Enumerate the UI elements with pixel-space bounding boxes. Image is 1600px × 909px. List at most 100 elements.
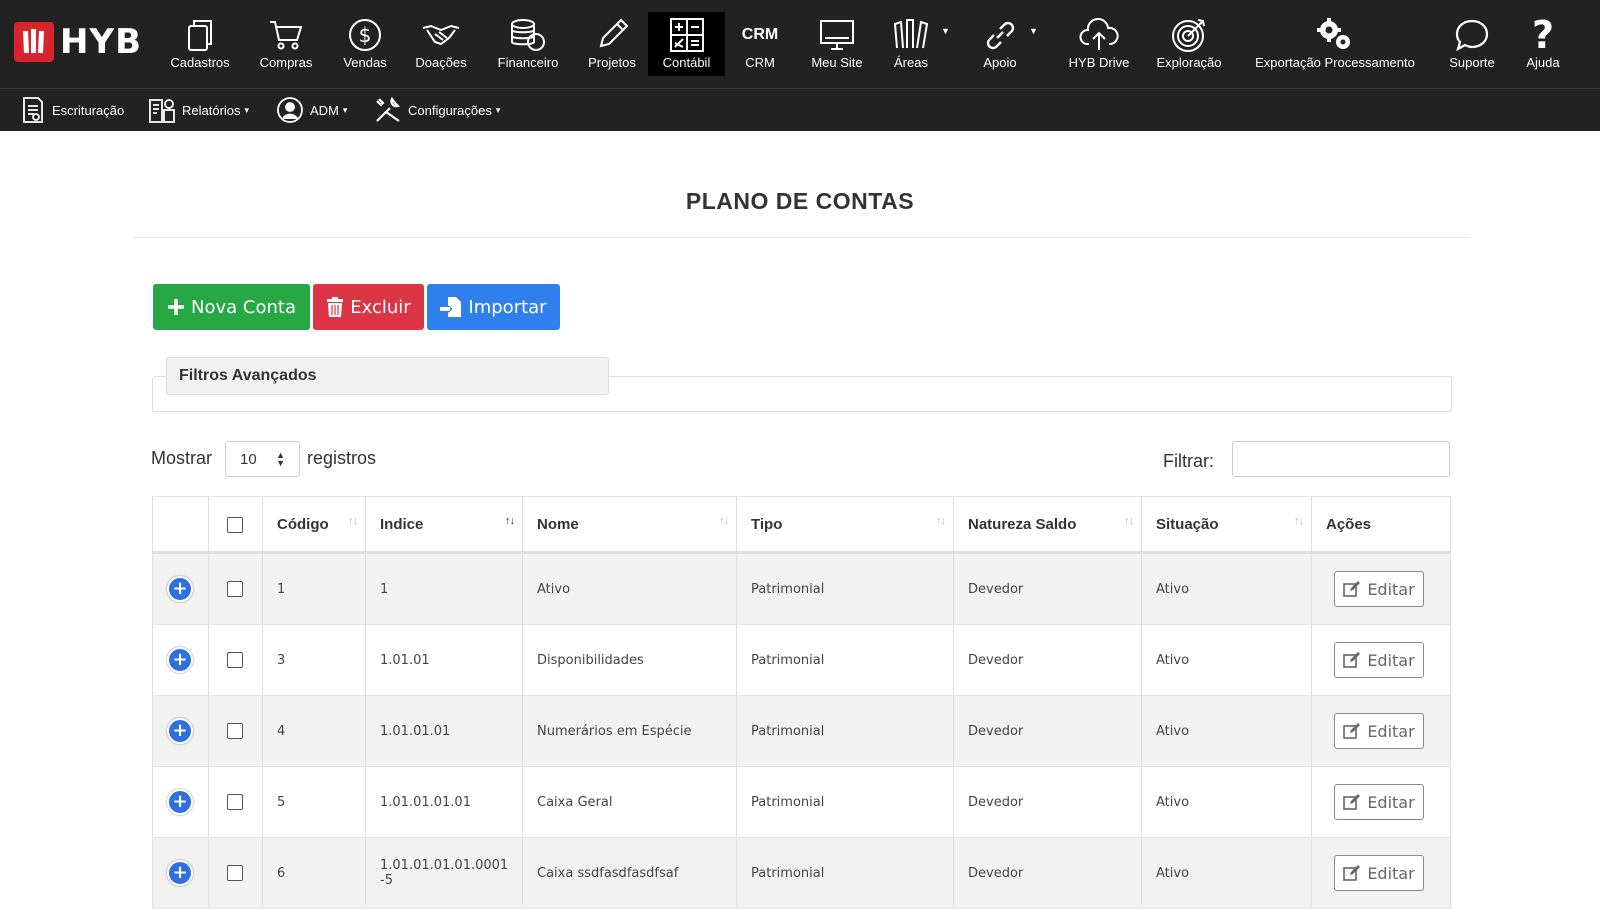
expand-cell: + [152, 624, 209, 696]
cell-codigo: 3 [262, 624, 366, 696]
subnav-relatorios[interactable]: Relatórios ▾ [146, 89, 249, 131]
cell-tipo: Patrimonial [736, 552, 954, 625]
cell-tipo: Patrimonial [736, 624, 954, 696]
edit-icon [1343, 794, 1361, 810]
nav-hyb-drive[interactable]: HYB Drive [1064, 12, 1134, 76]
sort-icon: ↑↓ [348, 515, 358, 527]
sort-icon: ↑↓ [719, 515, 729, 527]
nav-meu-site[interactable]: Meu Site [806, 12, 868, 76]
nav-areas[interactable]: Áreas [890, 12, 932, 76]
accounts-table: Código ↑↓ Indice ↑↓ Nome ↑↓ Tipo ↑↓ Natureza… [152, 496, 1451, 909]
cell-tipo: Patrimonial [736, 766, 954, 838]
cell-situacao: Ativo [1141, 552, 1312, 625]
dollar-icon: $ [347, 15, 383, 55]
cell-nome: Ativo [522, 552, 737, 625]
row-checkbox[interactable] [227, 581, 243, 597]
nav-doacoes[interactable]: Doações [410, 12, 472, 76]
chat-icon [1453, 15, 1491, 55]
nav-compras[interactable]: Compras [253, 12, 319, 76]
edit-button[interactable]: Editar [1334, 571, 1424, 607]
nav-suporte[interactable]: Suporte [1444, 12, 1500, 76]
title-divider [134, 237, 1470, 238]
brand-logo[interactable]: HYB [14, 20, 142, 64]
edit-icon [1343, 581, 1361, 597]
subnav-adm[interactable]: ADM ▾ [276, 89, 347, 131]
caret-down-icon: ▾ [244, 104, 250, 115]
nav-vendas[interactable]: $ Vendas [336, 12, 394, 76]
cell-tipo: Patrimonial [736, 695, 954, 767]
sub-navbar: Escrituração Relatórios ▾ ADM ▾ Configur… [0, 88, 1600, 131]
table-row: +4 1.01.01.01 Numerários em Espécie Patrimo… [152, 695, 1451, 767]
nav-projetos[interactable]: Projetos [580, 12, 644, 76]
row-checkbox[interactable] [227, 865, 243, 881]
nav-cadastros[interactable]: Cadastros [164, 12, 236, 76]
edit-button[interactable]: Editar [1334, 642, 1424, 678]
nav-exportacao-processamento[interactable]: Exportação Processamento [1247, 12, 1423, 76]
subnav-configuracoes[interactable]: Configurações ▾ [374, 89, 500, 131]
select-cell [208, 766, 263, 838]
header-select-all [208, 496, 263, 554]
select-all-checkbox[interactable] [227, 516, 243, 533]
filter-input[interactable] [1232, 441, 1450, 477]
new-account-button[interactable]: Nova Conta [153, 284, 310, 330]
expand-row-icon[interactable]: + [167, 576, 193, 602]
expand-row-icon[interactable]: + [167, 647, 193, 673]
table-row: +3 1.01.01 Disponibilidades Patrimonial Deve… [152, 624, 1451, 696]
records-label: registros [307, 448, 377, 468]
nav-contabil[interactable]: Contábil [648, 12, 725, 76]
cell-natureza-saldo: Devedor [953, 624, 1142, 696]
cloud-upload-icon [1079, 15, 1119, 55]
row-checkbox[interactable] [227, 723, 243, 739]
target-icon [1170, 15, 1208, 55]
cell-codigo: 1 [262, 552, 366, 625]
nav-apoio[interactable]: Apoio [978, 12, 1022, 76]
nav-exploracao[interactable]: Exploração [1153, 12, 1225, 76]
table-header-row: Código ↑↓ Indice ↑↓ Nome ↑↓ Tipo ↑↓ Natureza… [152, 496, 1451, 554]
expand-row-icon[interactable]: + [167, 789, 193, 815]
delete-button[interactable]: Excluir [313, 284, 424, 330]
cell-codigo: 4 [262, 695, 366, 767]
page-length-select[interactable]: 10 ▲ ▼ [225, 441, 300, 477]
subnav-escrituracao[interactable]: Escrituração [20, 89, 124, 131]
header-situacao[interactable]: Situação ↑↓ [1141, 496, 1312, 554]
select-arrows-icon: ▲ ▼ [276, 450, 285, 468]
caret-down-icon: ▾ [342, 104, 348, 115]
cell-natureza-saldo: Devedor [953, 837, 1142, 909]
edit-button[interactable]: Editar [1334, 784, 1424, 820]
brand-name: HYB [60, 22, 142, 62]
reports-icon [149, 99, 175, 123]
cell-tipo: Patrimonial [736, 837, 954, 909]
header-nome[interactable]: Nome ↑↓ [522, 496, 737, 554]
cell-indice: 1.01.01 [365, 624, 523, 696]
copy-icon [185, 15, 215, 55]
cell-nome: Disponibilidades [522, 624, 737, 696]
nav-ajuda[interactable]: ? Ajuda [1520, 12, 1566, 76]
select-cell [208, 552, 263, 625]
caret-down-icon: ▾ [495, 104, 501, 115]
nav-crm[interactable]: CRM CRM [735, 12, 785, 76]
row-checkbox[interactable] [227, 794, 243, 810]
cell-situacao: Ativo [1141, 837, 1312, 909]
header-acoes: Ações [1311, 496, 1451, 554]
coins-icon [509, 15, 547, 55]
header-indice[interactable]: Indice ↑↓ [365, 496, 523, 554]
expand-cell: + [152, 552, 209, 625]
import-button[interactable]: Importar [427, 284, 560, 330]
header-codigo[interactable]: Código ↑↓ [262, 496, 366, 554]
edit-button[interactable]: Editar [1334, 713, 1424, 749]
cell-situacao: Ativo [1141, 695, 1312, 767]
advanced-filters-toggle[interactable]: Filtros Avançados [166, 357, 609, 395]
header-natureza-saldo[interactable]: Natureza Saldo ↑↓ [953, 496, 1142, 554]
nav-financeiro[interactable]: Financeiro [492, 12, 564, 76]
expand-row-icon[interactable]: + [167, 718, 193, 744]
cell-indice: 1.01.01.01.01 [365, 766, 523, 838]
row-checkbox[interactable] [227, 652, 243, 668]
plus-icon [168, 299, 185, 315]
cell-nome: Caixa Geral [522, 766, 737, 838]
cell-natureza-saldo: Devedor [953, 695, 1142, 767]
header-tipo[interactable]: Tipo ↑↓ [736, 496, 954, 554]
cell-indice: 1 [365, 552, 523, 625]
expand-row-icon[interactable]: + [167, 860, 193, 886]
edit-button[interactable]: Editar [1334, 855, 1424, 891]
table-row: +5 1.01.01.01.01 Caixa Geral Patrimonial Dev… [152, 766, 1451, 838]
